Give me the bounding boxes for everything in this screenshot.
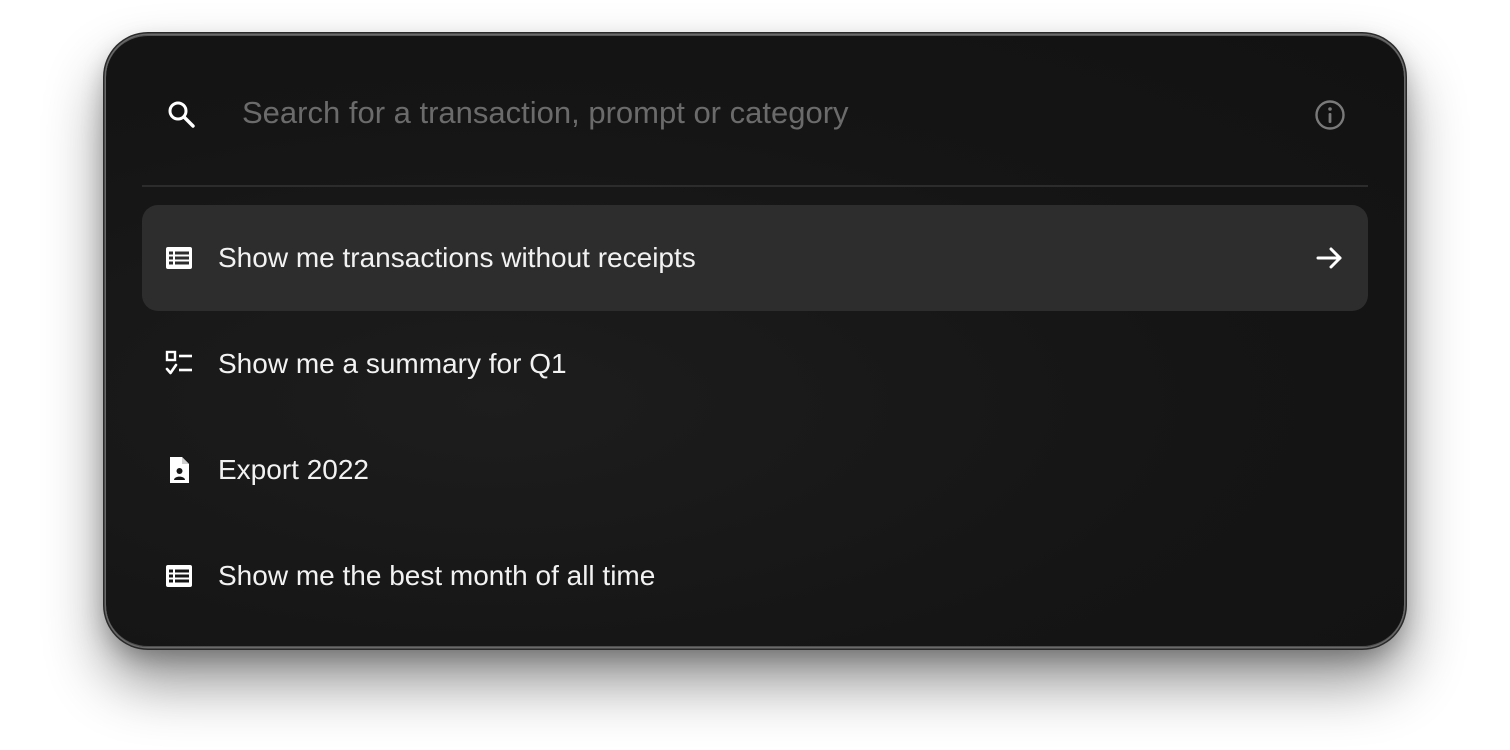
suggestion-label: Show me the best month of all time bbox=[218, 560, 656, 591]
suggestion-label: Export 2022 bbox=[218, 454, 369, 485]
arrow-right-icon[interactable] bbox=[1314, 242, 1346, 274]
suggestion-item-transactions-without-receipts[interactable]: Show me transactions without receipts bbox=[142, 205, 1368, 311]
search-icon bbox=[168, 101, 195, 128]
search-bar bbox=[142, 35, 1368, 187]
stage: Show me transactions without receipts Sh… bbox=[0, 0, 1510, 750]
suggestion-item-best-month[interactable]: Show me the best month of all time bbox=[142, 523, 1368, 629]
checklist-icon bbox=[165, 350, 192, 375]
contact-file-icon bbox=[170, 457, 189, 483]
table-list-icon bbox=[166, 247, 192, 269]
suggestion-list: Show me transactions without receipts Sh… bbox=[142, 205, 1368, 629]
suggestion-item-export-2022[interactable]: Export 2022 bbox=[142, 417, 1368, 523]
table-list-icon bbox=[166, 565, 192, 587]
info-icon[interactable] bbox=[1314, 99, 1346, 131]
suggestion-item-summary-q1[interactable]: Show me a summary for Q1 bbox=[142, 311, 1368, 417]
search-input[interactable] bbox=[242, 91, 1222, 135]
command-palette: Show me transactions without receipts Sh… bbox=[106, 35, 1404, 647]
suggestion-label: Show me transactions without receipts bbox=[218, 242, 696, 273]
suggestion-label: Show me a summary for Q1 bbox=[218, 348, 567, 379]
